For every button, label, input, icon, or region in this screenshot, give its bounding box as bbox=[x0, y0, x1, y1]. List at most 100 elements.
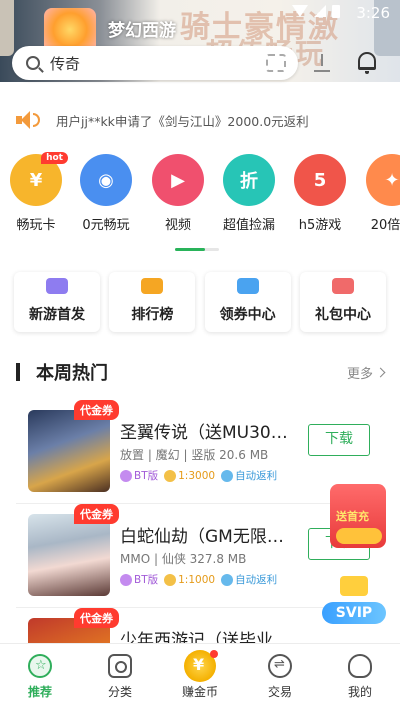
coupon-badge: 代金券 bbox=[74, 400, 119, 420]
nav-label: 分类 bbox=[107, 685, 132, 699]
boost-icon: ✦ bbox=[366, 154, 400, 206]
entry-label: 20倍加 bbox=[370, 218, 400, 233]
bell-icon[interactable] bbox=[358, 52, 376, 74]
chevron-right-icon bbox=[375, 367, 386, 377]
svip-promo[interactable]: SVIP bbox=[322, 576, 386, 626]
h5-icon: 5 bbox=[294, 154, 346, 206]
ratio-tag: 1:3000 bbox=[164, 468, 215, 483]
rebate-tag: 自动返利 bbox=[221, 572, 277, 587]
entry-video[interactable]: ▶ 视频 bbox=[142, 154, 214, 233]
star-icon bbox=[28, 654, 52, 678]
entry-label: 0元畅玩 bbox=[82, 218, 130, 233]
quick-label: 排行榜 bbox=[131, 307, 174, 323]
game-list-item[interactable]: 代金券 圣翼传说（送MU30… 放置 | 魔幻 | 竖版 20.6 MB BT版… bbox=[16, 400, 384, 504]
game-meta: MMO | 仙侠 327.8 MB bbox=[120, 552, 247, 566]
entry-h5-games[interactable]: 5 h5游戏 bbox=[284, 154, 356, 233]
nav-label: 赚金币 bbox=[181, 685, 218, 699]
new-games-button[interactable]: 新游首发 bbox=[14, 272, 100, 332]
game-tags: BT版 1:1000 自动返利 bbox=[120, 572, 277, 587]
quick-entry-row: 新游首发 排行榜 领券中心 礼包中心 bbox=[14, 272, 386, 332]
quick-label: 新游首发 bbox=[29, 307, 85, 323]
more-link[interactable]: 更多 bbox=[347, 363, 386, 382]
signal-icon bbox=[314, 5, 326, 17]
download-button[interactable]: 下载 bbox=[308, 424, 370, 456]
search-bar[interactable] bbox=[12, 46, 298, 80]
search-icon bbox=[26, 56, 40, 70]
search-input[interactable] bbox=[50, 54, 250, 72]
rebate-icon bbox=[221, 469, 234, 482]
nav-recommend[interactable]: 推荐 bbox=[0, 644, 80, 709]
nav-trade[interactable]: 交易 bbox=[240, 644, 320, 709]
ratio-icon bbox=[164, 573, 177, 586]
ranking-button[interactable]: 排行榜 bbox=[109, 272, 196, 332]
ticket-icon bbox=[236, 278, 259, 294]
icon-row-scroll-indicator bbox=[175, 248, 219, 251]
entry-label: h5游戏 bbox=[298, 218, 342, 233]
nav-label: 推荐 bbox=[27, 685, 52, 699]
category-icon bbox=[108, 654, 132, 678]
gift-icon bbox=[331, 278, 354, 294]
svip-label: SVIP bbox=[322, 602, 386, 624]
trophy-icon bbox=[141, 278, 164, 294]
first-recharge-promo[interactable]: 送首充 bbox=[330, 484, 386, 548]
trade-icon bbox=[268, 654, 292, 678]
entry-label: 超值捡漏 bbox=[222, 218, 275, 233]
entry-free-play[interactable]: ◉ 0元畅玩 bbox=[70, 154, 142, 233]
entry-pass-card[interactable]: ¥ hot 畅玩卡 bbox=[0, 152, 72, 233]
user-icon bbox=[348, 654, 372, 678]
bt-icon bbox=[120, 573, 132, 586]
nav-label: 交易 bbox=[267, 685, 292, 699]
bt-tag: BT版 bbox=[120, 468, 158, 483]
quick-label: 领券中心 bbox=[219, 307, 276, 323]
quick-label: 礼包中心 bbox=[314, 307, 371, 323]
rebate-icon bbox=[221, 573, 234, 586]
section-title: 本周热门 bbox=[36, 363, 108, 384]
coupon-badge: 代金券 bbox=[74, 504, 119, 524]
bottom-navigation: 推荐 分类 赚金币 交易 我的 bbox=[0, 643, 400, 709]
game-tags: BT版 1:3000 自动返利 bbox=[120, 468, 277, 483]
banner-prev-card bbox=[0, 0, 14, 56]
entry-boost[interactable]: ✦ 20倍加 bbox=[356, 154, 400, 233]
video-icon: ▶ bbox=[152, 154, 204, 206]
ratio-tag: 1:1000 bbox=[164, 572, 215, 587]
entry-label: 畅玩卡 bbox=[16, 218, 56, 233]
status-time: 3:26 bbox=[356, 4, 390, 22]
rebate-tag: 自动返利 bbox=[221, 468, 277, 483]
discount-icon: 折 bbox=[223, 154, 275, 206]
crown-icon bbox=[340, 576, 368, 596]
game-meta: 放置 | 魔幻 | 竖版 20.6 MB bbox=[120, 448, 269, 462]
ratio-icon bbox=[164, 469, 177, 482]
game-thumbnail bbox=[28, 410, 110, 492]
nav-profile[interactable]: 我的 bbox=[320, 644, 400, 709]
scan-icon[interactable] bbox=[266, 54, 286, 72]
nav-category[interactable]: 分类 bbox=[80, 644, 160, 709]
coins-icon bbox=[336, 528, 382, 544]
game-thumbnail bbox=[28, 514, 110, 596]
gamepad-icon: ◉ bbox=[80, 154, 132, 206]
banner-game-title: 梦幻西游 bbox=[108, 21, 176, 41]
battery-icon bbox=[332, 5, 340, 18]
nav-earn-coins[interactable]: 赚金币 bbox=[160, 644, 240, 709]
section-header-hot: 本周热门 更多 bbox=[16, 360, 386, 384]
gift-center-button[interactable]: 礼包中心 bbox=[299, 272, 386, 332]
download-manager-icon[interactable] bbox=[312, 54, 332, 74]
section-marker bbox=[16, 363, 20, 381]
notification-dot bbox=[210, 650, 218, 658]
coupon-center-button[interactable]: 领券中心 bbox=[204, 272, 291, 332]
recharge-promo-text: 送首充 bbox=[336, 510, 369, 523]
notice-bar[interactable]: 用户jj**kk申请了《剑与江山》2000.0元返利 bbox=[0, 100, 400, 140]
coupon-badge: 代金券 bbox=[74, 608, 119, 628]
game-name: 圣翼传说（送MU30… bbox=[120, 423, 288, 443]
wifi-icon bbox=[292, 5, 308, 17]
nav-label: 我的 bbox=[347, 685, 372, 699]
hot-badge: hot bbox=[41, 152, 68, 164]
category-icon-row: ¥ hot 畅玩卡 ◉ 0元畅玩 ▶ 视频 折 超值捡漏 5 h5游戏 ✦ 20… bbox=[0, 152, 400, 238]
bt-tag: BT版 bbox=[120, 572, 158, 587]
notice-text: 用户jj**kk申请了《剑与江山》2000.0元返利 bbox=[56, 113, 309, 129]
entry-bargain[interactable]: 折 超值捡漏 bbox=[213, 154, 285, 233]
bt-icon bbox=[120, 469, 132, 482]
status-icons bbox=[292, 5, 340, 18]
entry-label: 视频 bbox=[164, 218, 191, 233]
gamepad-icon bbox=[46, 278, 68, 294]
speaker-icon bbox=[16, 110, 40, 130]
